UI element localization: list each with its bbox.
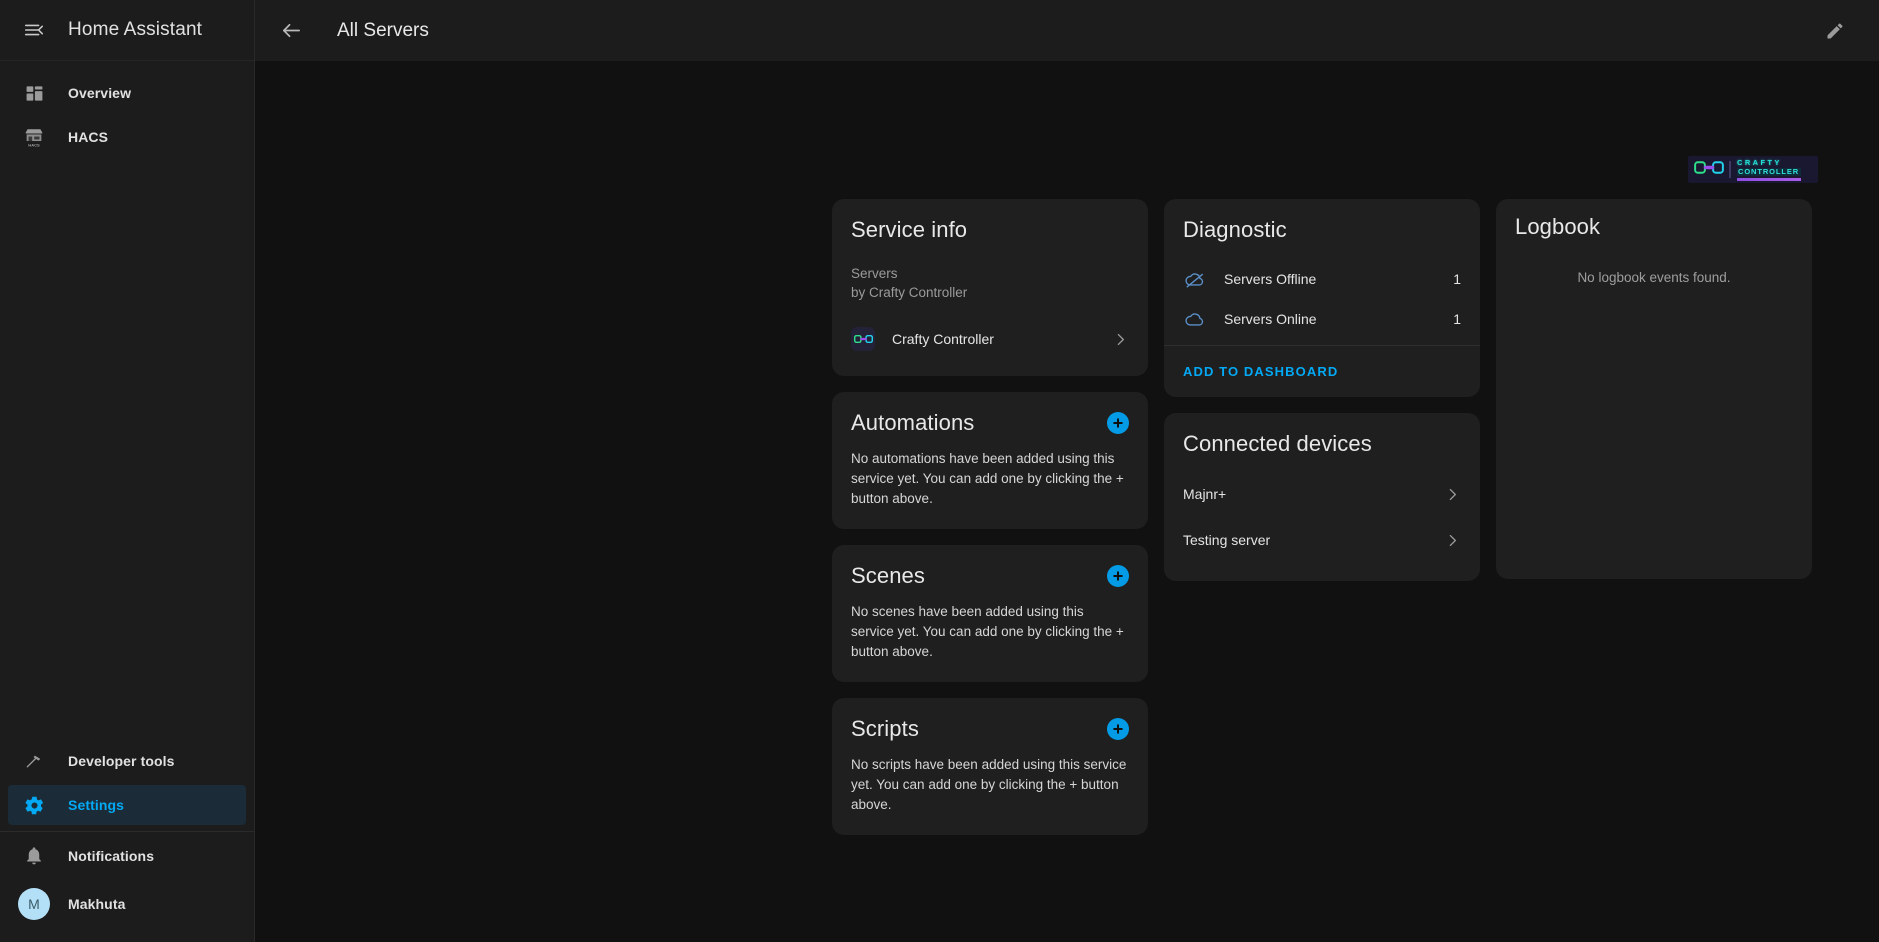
column-left: Service info Servers by Crafty Controlle…	[832, 199, 1148, 835]
service-info-card: Service info Servers by Crafty Controlle…	[832, 199, 1148, 376]
logbook-title-wrap: Logbook	[1496, 199, 1812, 240]
column-middle: Diagnostic Servers Offline 1 Servers Onl…	[1164, 199, 1480, 581]
sidebar-item-label: HACS	[68, 129, 109, 145]
diagnostic-value: 1	[1453, 271, 1461, 287]
plus-circle-icon[interactable]	[1107, 565, 1129, 587]
add-to-dashboard-button[interactable]: ADD TO DASHBOARD	[1173, 356, 1348, 387]
diagnostic-title: Diagnostic	[1183, 217, 1287, 242]
logbook-card: Logbook No logbook events found.	[1496, 199, 1812, 579]
diagnostic-footer: ADD TO DASHBOARD	[1164, 345, 1480, 397]
diagnostic-label: Servers Online	[1224, 311, 1317, 327]
avatar: M	[18, 888, 50, 920]
sidebar-item-label: Notifications	[68, 848, 155, 864]
sidebar-item-user-profile[interactable]: M Makhuta	[8, 880, 246, 928]
plus-circle-icon[interactable]	[1107, 412, 1129, 434]
cloud-off-icon	[1183, 268, 1207, 290]
crafty-controller-banner: CRAFTY CONTROLLER	[1688, 156, 1818, 183]
main-area: All Servers CRAFTY CONTROLLER Service in…	[255, 0, 1879, 942]
sidebar-item-label: Settings	[68, 797, 125, 813]
diagnostic-card: Diagnostic Servers Offline 1 Servers Onl…	[1164, 199, 1480, 397]
gear-icon	[20, 791, 48, 819]
connected-devices-card: Connected devices Majnr+ Testing server	[1164, 413, 1480, 581]
sidebar-item-developer-tools[interactable]: Developer tools	[8, 741, 246, 781]
automations-empty-text: No automations have been added using thi…	[851, 451, 1124, 506]
service-info-subtitle-line-2: by Crafty Controller	[851, 285, 968, 300]
chevron-right-icon	[1444, 486, 1461, 503]
banner-accent-bar	[1737, 177, 1801, 181]
device-row[interactable]: Testing server	[1183, 519, 1461, 561]
sidebar-item-settings[interactable]: Settings	[8, 785, 246, 825]
sidebar-title: Home Assistant	[68, 19, 203, 40]
hammer-icon	[20, 747, 48, 775]
scripts-empty-text: No scripts have been added using this se…	[851, 757, 1127, 812]
hamburger-menu-collapse-icon[interactable]	[12, 8, 56, 52]
service-info-title: Service info	[851, 217, 968, 242]
scenes-header: Scenes	[851, 563, 1129, 589]
top-toolbar: All Servers	[255, 0, 1879, 61]
view-dashboard-icon	[20, 79, 48, 107]
page-title: All Servers	[337, 19, 429, 41]
plus-circle-icon[interactable]	[1107, 718, 1129, 740]
sidebar-item-label: Overview	[68, 85, 132, 101]
sidebar-item-notifications[interactable]: Notifications	[8, 836, 246, 876]
connected-devices-title: Connected devices	[1183, 431, 1372, 456]
sidebar: Home Assistant Overview HACS HACS Develo…	[0, 0, 255, 942]
connected-devices-list: Majnr+ Testing server	[1183, 473, 1461, 561]
sidebar-header: Home Assistant	[0, 0, 254, 61]
sidebar-item-hacs[interactable]: HACS HACS	[8, 117, 246, 157]
hacs-store-icon: HACS	[20, 123, 48, 151]
sidebar-user-label: Makhuta	[68, 896, 126, 912]
svg-text:HACS: HACS	[28, 143, 40, 148]
device-name: Majnr+	[1183, 486, 1227, 502]
automations-card: Automations No automations have been add…	[832, 392, 1148, 529]
sidebar-divider	[0, 831, 254, 832]
diagnostic-value: 1	[1453, 311, 1461, 327]
service-info-subtitle-line-1: Servers	[851, 266, 898, 281]
service-info-subtitle: Servers by Crafty Controller	[851, 264, 1129, 302]
crafty-controller-icon	[851, 327, 875, 351]
bell-icon	[20, 842, 48, 870]
logbook-empty-text: No logbook events found.	[1577, 270, 1731, 285]
scripts-title: Scripts	[851, 716, 919, 741]
sidebar-bottom-nav: Developer tools Settings Notifications M…	[0, 737, 254, 942]
sidebar-item-overview[interactable]: Overview	[8, 73, 246, 113]
diagnostic-row: Servers Online 1	[1183, 299, 1461, 339]
chevron-right-icon	[1112, 331, 1129, 348]
diagnostic-rows: Servers Offline 1 Servers Online 1	[1183, 259, 1461, 339]
device-row[interactable]: Majnr+	[1183, 473, 1461, 515]
sidebar-item-label: Developer tools	[68, 753, 175, 769]
arrow-left-icon[interactable]	[269, 9, 313, 53]
content-area: CRAFTY CONTROLLER Service info Servers b…	[255, 61, 1879, 942]
banner-line-1: CRAFTY	[1737, 157, 1782, 167]
banner-text: CRAFTY CONTROLLER	[1737, 157, 1801, 181]
cloud-icon	[1183, 308, 1207, 330]
scripts-header: Scripts	[851, 716, 1129, 742]
banner-divider	[1729, 161, 1731, 178]
sidebar-nav: Overview HACS HACS	[0, 61, 254, 161]
integration-name: Crafty Controller	[892, 331, 994, 347]
scenes-title: Scenes	[851, 563, 925, 588]
chevron-right-icon	[1444, 532, 1461, 549]
device-name: Testing server	[1183, 532, 1271, 548]
scripts-card: Scripts No scripts have been added using…	[832, 698, 1148, 835]
logbook-title: Logbook	[1515, 214, 1601, 239]
automations-header: Automations	[851, 410, 1129, 436]
diagnostic-row: Servers Offline 1	[1183, 259, 1461, 299]
scenes-empty-text: No scenes have been added using this ser…	[851, 604, 1124, 659]
automations-title: Automations	[851, 410, 975, 435]
banner-line-2: CONTROLLER	[1737, 166, 1801, 176]
scenes-card: Scenes No scenes have been added using t…	[832, 545, 1148, 682]
app-root: Home Assistant Overview HACS HACS Develo…	[0, 0, 1879, 942]
pencil-icon[interactable]	[1813, 9, 1857, 53]
column-right: Logbook No logbook events found.	[1496, 199, 1812, 579]
integration-row[interactable]: Crafty Controller	[851, 322, 1129, 356]
diagnostic-label: Servers Offline	[1224, 271, 1317, 287]
crafty-link-logo-icon	[1694, 160, 1724, 180]
